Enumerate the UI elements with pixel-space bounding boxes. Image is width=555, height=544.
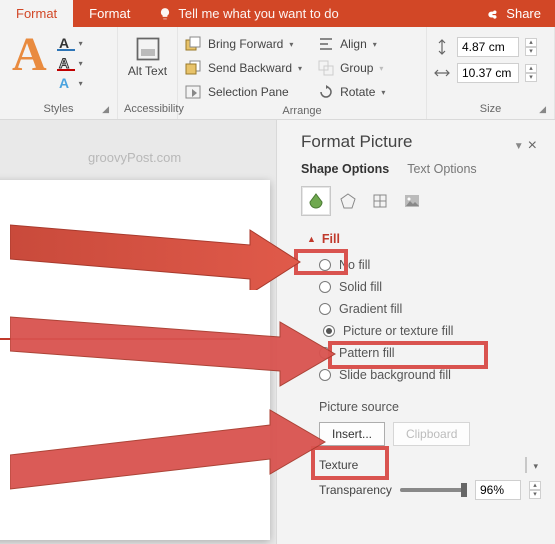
close-icon[interactable]: × [524,137,541,155]
titlebar: Format Format Tell me what you want to d… [0,0,555,27]
collapse-icon: ▲ [307,234,316,244]
alt-text-icon [134,35,162,63]
selection-pane-button[interactable]: Selection Pane [184,81,302,103]
fill-section-header[interactable]: ▲ Fill [301,230,346,248]
text-effects-button[interactable]: A▾ [57,75,83,91]
share-button[interactable]: Share [472,0,555,27]
spin-down-icon[interactable]: ▾ [525,73,537,82]
tab-text-options[interactable]: Text Options [407,162,476,176]
group-button: Group▾ [318,57,385,79]
width-input[interactable] [457,63,519,83]
text-outline-button[interactable]: A▾ [57,55,83,71]
text-fill-icon: A [57,35,75,51]
tab-format[interactable]: Format [73,0,146,27]
texture-picker[interactable] [525,457,527,473]
height-field[interactable]: ▴▾ [433,37,537,57]
group-label-size: Size [480,103,501,115]
group-label-arrange: Arrange [282,105,321,117]
rotate-icon [318,84,334,100]
insert-button[interactable]: Insert... [319,422,385,446]
share-icon [486,7,500,21]
radio-no-fill[interactable]: No fill [319,254,541,276]
radio-solid-fill[interactable]: Solid fill [319,276,541,298]
radio-picture-texture-fill[interactable]: Picture or texture fill [319,320,541,342]
selection-pane-icon [184,84,202,100]
bring-forward-button[interactable]: Bring Forward▾ [184,33,302,55]
text-fill-button[interactable]: A▾ [57,35,83,51]
spin-down-icon[interactable]: ▾ [525,47,537,56]
svg-text:A: A [59,35,69,51]
radio-pattern-fill[interactable]: Pattern fill [319,342,541,364]
group-label-accessibility: Accessibility [124,103,184,115]
height-icon [433,38,451,56]
tab-shape-options[interactable]: Shape Options [301,162,389,176]
align-icon [318,36,334,52]
ribbon: A A▾ A▾ A▾ Styles◢ Alt Text Accessibilit… [0,27,555,120]
spin-down-icon[interactable]: ▾ [529,490,541,499]
tab-format-active[interactable]: Format [0,0,73,27]
spin-up-icon[interactable]: ▴ [525,38,537,47]
dialog-launcher-icon[interactable]: ◢ [102,104,109,115]
pane-title: Format Picture [301,132,514,152]
text-effects-icon: A [57,75,75,91]
effects-tab-icon[interactable] [333,186,363,216]
texture-label: Texture [319,458,358,472]
picture-tab-icon[interactable] [397,186,427,216]
transparency-input[interactable] [475,480,521,500]
group-label-styles: Styles [44,103,74,115]
height-input[interactable] [457,37,519,57]
send-backward-button[interactable]: Send Backward▾ [184,57,302,79]
bring-forward-icon [184,36,202,52]
wordart-styles-gallery[interactable]: A [6,31,53,79]
svg-text:A: A [59,75,69,91]
slide-canvas[interactable]: groovyPost.com [0,120,276,544]
dialog-launcher-icon[interactable]: ◢ [539,104,546,115]
spin-up-icon[interactable]: ▴ [525,64,537,73]
shape-line[interactable] [0,338,240,340]
align-button[interactable]: Align▾ [318,33,385,55]
transparency-slider[interactable] [400,488,467,492]
size-properties-tab-icon[interactable] [365,186,395,216]
group-icon [318,60,334,76]
picture-source-label: Picture source [301,394,541,418]
rotate-button[interactable]: Rotate▾ [318,81,385,103]
width-icon [433,64,451,82]
text-outline-icon: A [57,55,75,71]
alt-text-button[interactable]: Alt Text [125,31,171,78]
alt-text-label: Alt Text [128,65,167,78]
width-field[interactable]: ▴▾ [433,63,537,83]
workspace: groovyPost.com Format Picture ▼ × Shape … [0,120,555,544]
pane-menu-button[interactable]: ▼ [514,141,524,152]
share-label: Share [506,6,541,21]
tell-me-search[interactable]: Tell me what you want to do [146,0,472,27]
transparency-label: Transparency [319,483,392,497]
format-picture-pane: Format Picture ▼ × Shape Options Text Op… [276,120,555,544]
watermark: groovyPost.com [88,150,181,165]
radio-gradient-fill[interactable]: Gradient fill [319,298,541,320]
clipboard-button: Clipboard [393,422,470,446]
lightbulb-icon [158,7,172,21]
search-placeholder: Tell me what you want to do [178,6,338,21]
svg-text:A: A [59,55,69,71]
radio-slide-background-fill[interactable]: Slide background fill [319,364,541,386]
fill-line-tab-icon[interactable] [301,186,331,216]
slide[interactable] [0,180,270,540]
spin-up-icon[interactable]: ▴ [529,481,541,490]
send-backward-icon [184,60,202,76]
